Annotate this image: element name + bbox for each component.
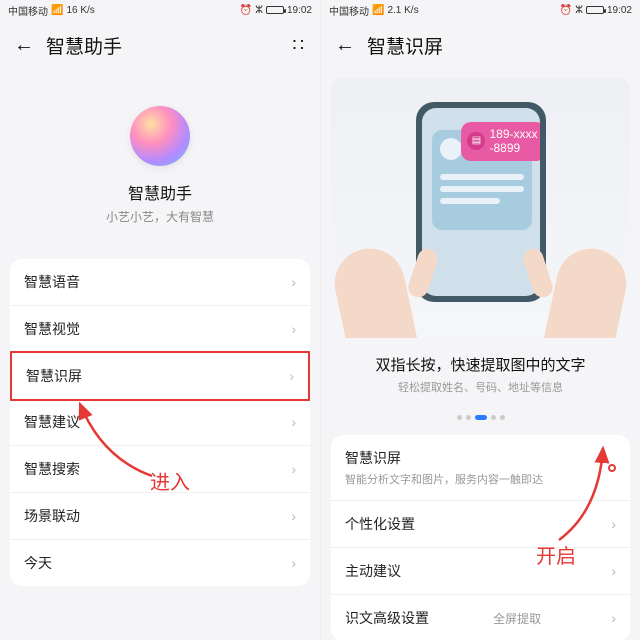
chevron-right-icon: ›	[291, 414, 296, 430]
chevron-right-icon: ›	[291, 274, 296, 290]
carrier-label: 中国移动	[8, 3, 48, 18]
chevron-right-icon: ›	[289, 368, 294, 384]
list-item-aiscreen[interactable]: 智慧识屏 ›	[10, 351, 310, 401]
back-icon[interactable]: ←	[335, 34, 355, 57]
row-proactive[interactable]: 主动建议 ›	[331, 548, 630, 595]
list-item-label: 场景联动	[24, 506, 80, 526]
row-personalize[interactable]: 个性化设置 ›	[331, 501, 630, 548]
chevron-right-icon: ›	[291, 555, 296, 571]
bubble-text: 189-xxxx-8899	[489, 127, 537, 155]
feature-illustration: ▤ 189-xxxx-8899	[331, 78, 630, 338]
chevron-right-icon: ›	[611, 563, 616, 579]
feature-subtitle: 轻松提取姓名、号码、地址等信息	[331, 379, 630, 395]
chevron-right-icon: ›	[291, 461, 296, 477]
net-speed: 2.1 K/s	[387, 5, 418, 16]
carrier-label: 中国移动	[329, 3, 369, 18]
list-item-label: 智慧识屏	[26, 366, 82, 386]
phone-number-bubble: ▤ 189-xxxx-8899	[461, 122, 539, 161]
row-label: 个性化设置	[345, 514, 415, 534]
page-title: 智慧助手	[46, 32, 122, 59]
toggle-highlight	[608, 464, 616, 472]
list-item-label: 今天	[24, 553, 52, 573]
more-icon[interactable]: ∷	[293, 35, 306, 56]
row-label: 智慧识屏	[345, 448, 608, 468]
list-item-today[interactable]: 今天 ›	[10, 540, 310, 586]
row-sub: 智能分析文字和图片，服务内容一触即达	[345, 471, 608, 487]
list-item-vision[interactable]: 智慧视觉 ›	[10, 306, 310, 353]
bt-icon: ⵣ	[575, 5, 583, 16]
list-item-label: 智慧搜索	[24, 459, 80, 479]
bt-icon: ⵣ	[255, 5, 263, 16]
hero-title: 智慧助手	[0, 180, 320, 204]
chevron-right-icon: ›	[611, 610, 616, 626]
row-value: 全屏提取	[493, 610, 541, 627]
settings-list: 智慧识屏 智能分析文字和图片，服务内容一触即达 个性化设置 › 主动建议 › 识…	[331, 435, 630, 640]
status-bar: 中国移动 📶 2.1 K/s ⏰ ⵣ 19:02	[321, 0, 640, 20]
settings-list: 智慧语音 › 智慧视觉 › 智慧识屏 › 智慧建议 › 智慧搜索 › 场景联动 …	[10, 259, 310, 586]
page-header: ← 智慧识屏	[321, 20, 640, 70]
battery-icon	[586, 6, 604, 14]
clock: 19:02	[287, 5, 312, 16]
alarm-icon: ⏰	[240, 5, 252, 16]
chevron-right-icon: ›	[291, 508, 296, 524]
chevron-right-icon: ›	[291, 321, 296, 337]
list-item-search[interactable]: 智慧搜索 ›	[10, 446, 310, 493]
hero-section: 智慧助手 小艺小艺，大有智慧	[0, 70, 320, 259]
assistant-logo-icon	[130, 106, 190, 166]
list-item-label: 智慧建议	[24, 412, 80, 432]
page-title: 智慧识屏	[367, 32, 443, 59]
status-bar: 中国移动 📶 16 K/s ⏰ ⵣ 19:02	[0, 0, 320, 20]
feature-caption: 双指长按，快速提取图中的文字 轻松提取姓名、号码、地址等信息	[321, 338, 640, 399]
net-speed: 16 K/s	[66, 5, 94, 16]
doc-icon: ▤	[467, 132, 485, 150]
list-item-label: 智慧视觉	[24, 319, 80, 339]
page-indicator	[321, 407, 640, 425]
feature-title: 双指长按，快速提取图中的文字	[331, 354, 630, 375]
list-item-suggest[interactable]: 智慧建议 ›	[10, 399, 310, 446]
row-aiscreen-toggle[interactable]: 智慧识屏 智能分析文字和图片，服务内容一触即达	[331, 435, 630, 501]
list-item-scene[interactable]: 场景联动 ›	[10, 493, 310, 540]
battery-icon	[266, 6, 284, 14]
clock: 19:02	[607, 5, 632, 16]
signal-icon: 📶	[372, 5, 384, 16]
row-label: 主动建议	[345, 561, 401, 581]
hero-subtitle: 小艺小艺，大有智慧	[0, 208, 320, 225]
row-advanced[interactable]: 识文高级设置 全屏提取 ›	[331, 595, 630, 640]
row-label: 识文高级设置	[345, 608, 429, 628]
alarm-icon: ⏰	[560, 5, 572, 16]
list-item-voice[interactable]: 智慧语音 ›	[10, 259, 310, 306]
list-item-label: 智慧语音	[24, 272, 80, 292]
signal-icon: 📶	[51, 5, 63, 16]
page-header: ← 智慧助手 ∷	[0, 20, 320, 70]
back-icon[interactable]: ←	[14, 34, 34, 57]
chevron-right-icon: ›	[611, 516, 616, 532]
